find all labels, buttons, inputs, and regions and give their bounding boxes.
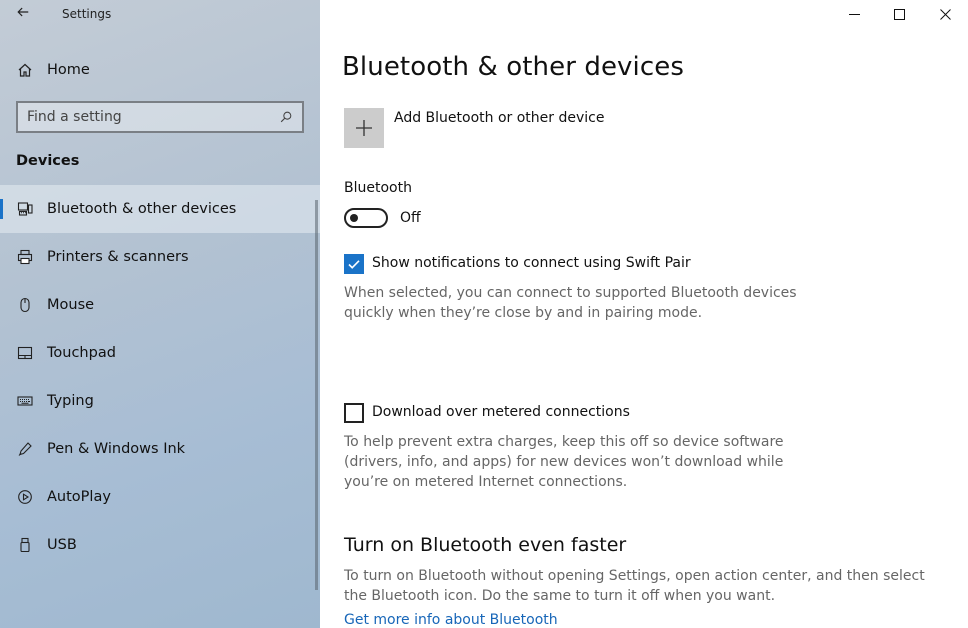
app-title: Settings [62, 7, 112, 21]
pen-icon [16, 440, 34, 458]
sidebar-item-typing[interactable]: Typing [0, 377, 320, 425]
bluetooth-devices-icon [16, 200, 34, 218]
section-heading: Devices [16, 153, 80, 169]
sidebar-item-label: Typing [47, 393, 94, 409]
bluetooth-label: Bluetooth [344, 180, 412, 196]
autoplay-icon [16, 488, 34, 506]
plus-icon [356, 120, 372, 136]
search-box[interactable] [16, 101, 304, 133]
sidebar-item-touchpad[interactable]: Touchpad [0, 329, 320, 377]
metered-label: Download over metered connections [372, 404, 630, 420]
sidebar-item-label: Mouse [47, 297, 95, 313]
title-bar: Settings [0, 0, 320, 30]
sidebar-item-label: Touchpad [47, 345, 116, 361]
home-icon [16, 61, 34, 79]
checkmark-icon [348, 260, 360, 269]
keyboard-icon [16, 392, 34, 410]
page-title: Bluetooth & other devices [342, 52, 684, 82]
faster-description: To turn on Bluetooth without opening Set… [344, 568, 925, 604]
metered-description: To help prevent extra charges, keep this… [344, 434, 784, 490]
sidebar-item-pen[interactable]: Pen & Windows Ink [0, 425, 320, 473]
faster-heading: Turn on Bluetooth even faster [344, 534, 627, 556]
back-arrow-icon[interactable] [12, 4, 34, 24]
sidebar-item-home[interactable]: Home [0, 55, 320, 85]
mouse-icon [16, 296, 34, 314]
sidebar-item-label: Pen & Windows Ink [47, 441, 186, 457]
swift-pair-checkbox[interactable] [344, 254, 364, 274]
search-input[interactable] [18, 103, 276, 131]
sidebar-item-label: Printers & scanners [47, 249, 189, 265]
usb-icon [16, 536, 34, 554]
sidebar-item-label: Bluetooth & other devices [47, 201, 237, 217]
toggle-knob [350, 214, 358, 222]
sidebar-item-bluetooth[interactable]: Bluetooth & other devices [0, 185, 320, 233]
more-info-link[interactable]: Get more info about Bluetooth [344, 612, 558, 628]
search-icon[interactable] [276, 107, 296, 127]
bluetooth-state: Off [400, 210, 421, 226]
sidebar-item-label: Home [47, 62, 90, 78]
swift-pair-label: Show notifications to connect using Swif… [372, 255, 691, 271]
add-device-label[interactable]: Add Bluetooth or other device [394, 110, 604, 126]
sidebar-scrollbar[interactable] [315, 200, 318, 590]
sidebar-item-usb[interactable]: USB [0, 521, 320, 569]
add-device-button[interactable] [344, 108, 384, 148]
sidebar-item-label: AutoPlay [47, 489, 111, 505]
sidebar-item-printers[interactable]: Printers & scanners [0, 233, 320, 281]
printer-icon [16, 248, 34, 266]
main-content: Bluetooth & other devices Add Bluetooth … [320, 0, 968, 628]
swift-pair-description: When selected, you can connect to suppor… [344, 285, 797, 321]
sidebar-item-label: USB [47, 537, 77, 553]
sidebar-item-autoplay[interactable]: AutoPlay [0, 473, 320, 521]
metered-checkbox[interactable] [344, 403, 364, 423]
sidebar: Settings Home Devices Bluetooth & other … [0, 0, 320, 628]
sidebar-nav: Bluetooth & other devices Printers & sca… [0, 185, 320, 569]
touchpad-icon [16, 344, 34, 362]
sidebar-item-mouse[interactable]: Mouse [0, 281, 320, 329]
bluetooth-toggle[interactable] [344, 208, 388, 228]
